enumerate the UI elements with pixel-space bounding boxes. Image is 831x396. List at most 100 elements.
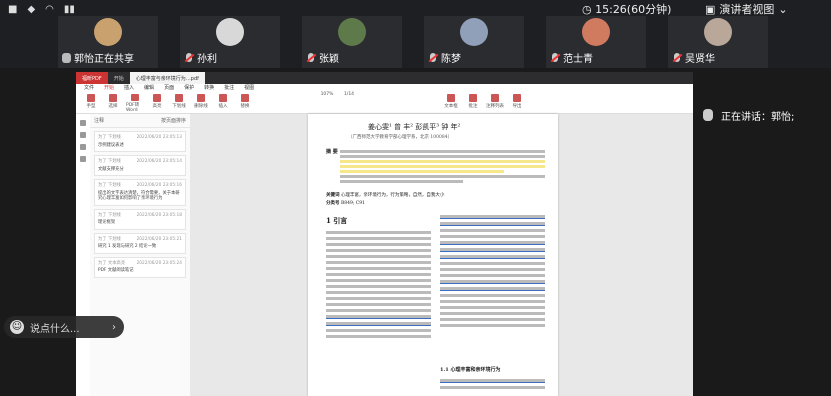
pdf-toolbar: 手型 选择 PDF转Word 高亮 下划线 删除线 插入 替换 107% 1/1…: [76, 92, 693, 114]
tool-strikethrough[interactable]: 删除线: [192, 92, 210, 113]
right-column-text: [440, 212, 545, 330]
subsection-text: [440, 376, 545, 392]
keywords-line: 关键词 心理丰富，亲环境行为，行为策略，自然，自我大小: [326, 193, 445, 198]
tool-insert[interactable]: 插入: [214, 92, 232, 113]
abstract-body: [340, 148, 545, 185]
insert-icon: [219, 94, 227, 102]
left-column-text: [326, 228, 431, 341]
mic-muted-icon: [306, 52, 316, 63]
menu-file[interactable]: 文件: [84, 84, 94, 92]
document-viewport[interactable]: 姜心雯¹ 曾 丰² 彭凯平³ 钟 年² （广西师范大学教育学部心理学系，北京 1…: [190, 114, 693, 396]
system-status-icons: ■ ◆ ◠ ▮▮: [8, 2, 75, 16]
menu-start[interactable]: 开始: [104, 84, 114, 92]
avatar: [582, 18, 610, 46]
page-indicator[interactable]: 1/14: [340, 92, 358, 113]
cursor-icon: [109, 94, 117, 102]
wifi-icon: ◠: [45, 3, 54, 15]
tab-start[interactable]: 开始: [108, 72, 130, 84]
tab-app[interactable]: 福昕PDF: [76, 72, 108, 84]
comment-card[interactable]: 为了 下划线 2022/06/20 23:05:13 示例建议表述: [94, 131, 186, 152]
mic-muted-icon: [184, 52, 194, 63]
textbox-icon: [447, 94, 455, 102]
participant-tile[interactable]: 吴贤华: [668, 16, 768, 68]
export-icon: [513, 94, 521, 102]
shared-pdf-window: 福昕PDF 开始 心理丰富与亲环境行为…pdf 文件 开始 插入 编辑 页面 保…: [76, 72, 693, 396]
chat-input[interactable]: ☺ 说点什么... ›: [4, 316, 124, 338]
bookmark-icon[interactable]: [80, 132, 86, 138]
comment-icon[interactable]: [80, 144, 86, 150]
comment-card[interactable]: 为了 下划线 2022/06/20 23:05:14 文献支撑充分: [94, 155, 186, 176]
app-icon: ■: [8, 3, 18, 15]
signal-icon: ▮▮: [63, 3, 75, 15]
menu-protect[interactable]: 保护: [184, 84, 194, 92]
participant-tile[interactable]: 张颖: [302, 16, 402, 68]
meeting-clock: ◷ 15:26(60分钟): [582, 3, 672, 16]
avatar: [94, 18, 122, 46]
avatar: [338, 18, 366, 46]
tab-document[interactable]: 心理丰富与亲环境行为…pdf: [129, 72, 205, 84]
paper-authors: 姜心雯¹ 曾 丰² 彭凯平³ 钟 年²: [368, 123, 461, 131]
tool-comment[interactable]: 批注: [464, 92, 482, 113]
section-heading: 1 引言: [326, 216, 348, 225]
menu-comment[interactable]: 批注: [224, 84, 234, 92]
comment-card[interactable]: 为了 下划线 2022/06/20 23:05:21 研究 1 发现与研究 2 结论…: [94, 232, 186, 254]
subsection-heading: 1.1 心理丰富和亲环境行为: [440, 367, 501, 373]
chat-placeholder: 说点什么...: [30, 323, 80, 335]
tool-highlight[interactable]: 高亮: [148, 92, 166, 113]
comments-panel: 注释 按页面排序 为了 下划线 2022/06/20 23:05:13 示例建议表述 …: [90, 114, 191, 396]
avatar: [216, 18, 244, 46]
pdf-menu-bar: 文件 开始 插入 编辑 页面 保护 转换 批注 视图: [76, 84, 693, 92]
search-icon[interactable]: [80, 156, 86, 162]
menu-edit[interactable]: 编辑: [144, 84, 154, 92]
paper-affiliation: （广西师范大学教育学部心理学系，北京 100084）: [348, 135, 453, 140]
participant-tile[interactable]: 陈梦: [424, 16, 524, 68]
tool-underline[interactable]: 下划线: [170, 92, 188, 113]
mic-muted-icon: [672, 52, 682, 63]
abstract-label: 摘 要: [326, 149, 338, 155]
word-icon: [131, 94, 139, 101]
comment-icon: [469, 94, 477, 102]
zoom-level[interactable]: 107%: [318, 92, 336, 113]
menu-view[interactable]: 视图: [244, 84, 254, 92]
tool-textbox[interactable]: 文本框: [442, 92, 460, 113]
tool-hand[interactable]: 手型: [82, 92, 100, 113]
menu-page[interactable]: 页面: [164, 84, 174, 92]
tool-comment-list[interactable]: 注释列表: [486, 92, 504, 113]
screen-share-icon: [62, 52, 71, 63]
comment-card[interactable]: 为了 下划线 2022/06/20 23:05:18 理论框架: [94, 208, 186, 230]
avatar: [460, 18, 488, 46]
classification-line: 分类号 B849; C91: [326, 201, 365, 206]
tool-replace[interactable]: 替换: [236, 92, 254, 113]
chevron-down-icon: ⌄: [778, 2, 788, 16]
tool-select[interactable]: 选择: [104, 92, 122, 113]
clock-icon: ◷: [582, 3, 596, 16]
comment-card[interactable]: 为了 文本高亮 2022/06/20 23:05:24 PDF 文献阅读笔记: [94, 256, 186, 278]
presenter-view-toggle[interactable]: ▣ 演讲者视图 ⌄: [705, 1, 788, 17]
hand-icon: [87, 94, 95, 102]
menu-insert[interactable]: 插入: [124, 84, 134, 92]
presenter-icon: ▣: [705, 2, 716, 16]
chevron-right-icon[interactable]: ›: [112, 322, 116, 333]
mic-muted-icon: [550, 52, 560, 63]
left-tool-rail: [76, 114, 91, 396]
panel-title: 注释: [94, 118, 105, 124]
microphone-icon: [703, 109, 713, 121]
active-speaker-indicator: 正在讲话：郭怡;: [695, 102, 831, 128]
participant-tile[interactable]: 孙利: [180, 16, 280, 68]
highlight-icon: [153, 94, 161, 102]
comment-card[interactable]: 为了 下划线 2022/06/20 23:05:16 提出的文字表达清楚，符合需要，…: [94, 179, 186, 206]
strike-icon: [197, 94, 205, 102]
participant-tile[interactable]: 郭怡正在共享: [58, 16, 158, 68]
menu-convert[interactable]: 转换: [204, 84, 214, 92]
participant-tile[interactable]: 范士青: [546, 16, 646, 68]
tool-pdf-to-word[interactable]: PDF转Word: [126, 92, 144, 113]
meeting-top-bar: ■ ◆ ◠ ▮▮ ◷ 15:26(60分钟) ▣ 演讲者视图 ⌄ 郭怡正在共享 孙利…: [0, 0, 831, 68]
pdf-tab-bar: 福昕PDF 开始 心理丰富与亲环境行为…pdf: [76, 72, 693, 84]
pdf-page: 姜心雯¹ 曾 丰² 彭凯平³ 钟 年² （广西师范大学教育学部心理学系，北京 1…: [308, 114, 558, 396]
replace-icon: [241, 94, 249, 102]
list-icon: [491, 94, 499, 102]
tool-export[interactable]: 导出: [508, 92, 526, 113]
sort-dropdown[interactable]: 按页面排序: [161, 117, 186, 124]
emoji-icon[interactable]: ☺: [10, 320, 24, 334]
thumbnail-icon[interactable]: [80, 120, 86, 126]
